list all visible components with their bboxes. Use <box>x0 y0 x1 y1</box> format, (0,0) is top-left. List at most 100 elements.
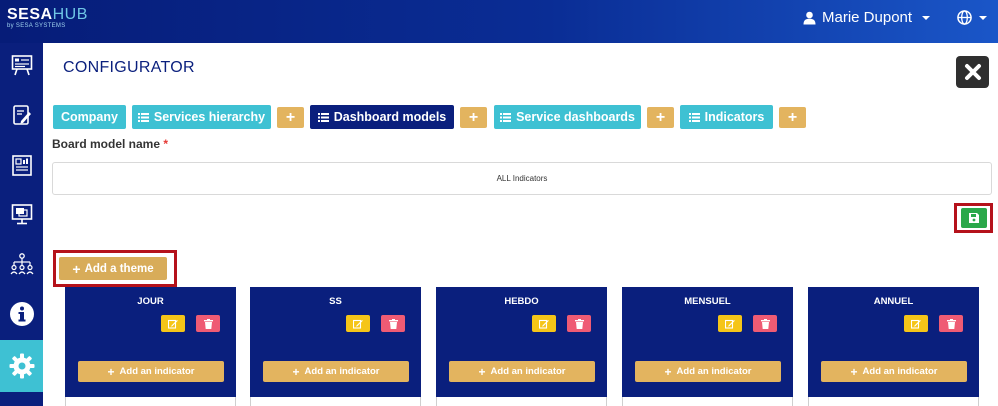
sidebar-item-forms[interactable] <box>0 93 43 137</box>
sidebar-item-displays[interactable] <box>0 192 43 236</box>
add-dashboard-model-button[interactable]: + <box>460 107 487 128</box>
theme-name: JOUR <box>137 296 164 307</box>
plus-icon: + <box>468 108 479 126</box>
trash-icon <box>388 318 398 329</box>
edit-icon <box>168 319 178 329</box>
tab-service-dashboards[interactable]: Service dashboards <box>494 105 641 129</box>
theme-card: HEBDO + Add an indicator <box>436 287 607 406</box>
clipboard-edit-icon <box>12 105 31 125</box>
add-indicator-button[interactable]: + Add an indicator <box>635 361 781 382</box>
edit-icon <box>353 319 363 329</box>
add-indicator-button[interactable]: + Add an indicator <box>78 361 224 382</box>
plus-icon: + <box>107 364 115 379</box>
theme-card: ANNUEL + Add an indicator <box>808 287 979 406</box>
logo-text: SESAHUB <box>7 6 88 23</box>
sidebar <box>0 43 43 406</box>
edit-icon <box>725 319 735 329</box>
tab-label: Services hierarchy <box>153 110 266 124</box>
required-mark: * <box>163 137 169 151</box>
board-model-name-input[interactable] <box>52 162 992 195</box>
chevron-down-icon <box>922 15 931 20</box>
delete-theme-button[interactable] <box>567 315 591 332</box>
sidebar-item-reports[interactable] <box>0 143 43 187</box>
plus-icon: + <box>664 364 672 379</box>
theme-name: SS <box>329 296 342 307</box>
tab-company[interactable]: Company <box>53 105 126 129</box>
edit-theme-button[interactable] <box>161 315 185 332</box>
add-indicator-label: Add an indicator <box>119 366 195 377</box>
user-menu[interactable]: Marie Dupont <box>803 9 931 26</box>
add-indicator-label: Add an indicator <box>304 366 380 377</box>
add-indicator-button[interactable]: + Add an indicator <box>263 361 409 382</box>
add-indicator-label: Add an indicator <box>676 366 752 377</box>
logo: SESAHUB by SESA SYSTEMS <box>7 7 88 30</box>
user-name: Marie Dupont <box>822 9 913 26</box>
theme-card-header: JOUR + Add an indicator <box>65 287 236 397</box>
save-button[interactable] <box>961 208 987 228</box>
add-service-dashboard-button[interactable]: + <box>647 107 674 128</box>
language-menu[interactable] <box>957 10 987 25</box>
trash-icon <box>574 318 584 329</box>
tab-services-hierarchy[interactable]: Services hierarchy <box>132 105 271 129</box>
sidebar-item-hierarchy[interactable] <box>0 242 43 286</box>
sidebar-item-boards[interactable] <box>0 43 43 87</box>
tab-indicators[interactable]: Indicators <box>680 105 773 129</box>
chevron-down-icon <box>979 15 987 20</box>
theme-card-body <box>65 397 236 406</box>
plus-icon: + <box>72 260 81 277</box>
theme-card-body <box>808 397 979 406</box>
edit-icon <box>539 319 549 329</box>
tab-dashboard-models[interactable]: Dashboard models <box>310 105 454 129</box>
tab-label: Service dashboards <box>516 110 635 124</box>
page-title: CONFIGURATOR <box>63 59 195 76</box>
add-indicator-label: Add an indicator <box>862 366 938 377</box>
add-theme-button[interactable]: + Add a theme <box>59 257 167 280</box>
tab-label: Company <box>61 110 118 124</box>
delete-theme-button[interactable] <box>753 315 777 332</box>
list-icon <box>137 112 149 122</box>
board-model-name-label: Board model name * <box>52 137 169 151</box>
globe-icon <box>957 10 972 25</box>
edit-theme-button[interactable] <box>532 315 556 332</box>
theme-card-body <box>436 397 607 406</box>
theme-name: HEBDO <box>504 296 539 307</box>
edit-theme-button[interactable] <box>346 315 370 332</box>
theme-card: SS + Add an indicator <box>250 287 421 406</box>
close-button[interactable] <box>956 56 989 88</box>
theme-card-header: ANNUEL + Add an indicator <box>808 287 979 397</box>
theme-card-header: MENSUEL + Add an indicator <box>622 287 793 397</box>
plus-icon: + <box>285 108 296 126</box>
edit-theme-button[interactable] <box>904 315 928 332</box>
gear-icon <box>9 353 34 379</box>
list-icon <box>500 112 512 122</box>
add-indicator-button[interactable]: + Add an indicator <box>821 361 967 382</box>
theme-card: JOUR + Add an indicator <box>65 287 236 406</box>
delete-theme-button[interactable] <box>381 315 405 332</box>
trash-icon <box>203 318 213 329</box>
plus-icon: + <box>292 364 300 379</box>
presentation-board-icon <box>11 55 32 76</box>
plus-icon: + <box>850 364 858 379</box>
floppy-disk-icon <box>969 213 979 223</box>
delete-theme-button[interactable] <box>939 315 963 332</box>
add-indicator-label: Add an indicator <box>490 366 566 377</box>
add-service-button[interactable]: + <box>277 107 304 128</box>
info-icon <box>9 302 34 326</box>
theme-name: MENSUEL <box>684 296 731 307</box>
theme-card-header: SS + Add an indicator <box>250 287 421 397</box>
org-hierarchy-icon <box>10 253 33 275</box>
list-icon <box>688 112 700 122</box>
sidebar-item-info[interactable] <box>0 292 43 336</box>
tab-label: Indicators <box>704 110 765 124</box>
add-indicator-tab-button[interactable]: + <box>779 107 806 128</box>
edit-theme-button[interactable] <box>718 315 742 332</box>
delete-theme-button[interactable] <box>196 315 220 332</box>
add-indicator-button[interactable]: + Add an indicator <box>449 361 595 382</box>
trash-icon <box>760 318 770 329</box>
user-icon <box>803 11 816 24</box>
report-chart-icon <box>11 155 32 176</box>
theme-card-body <box>622 397 793 406</box>
theme-card-header: HEBDO + Add an indicator <box>436 287 607 397</box>
theme-name: ANNUEL <box>873 296 914 307</box>
sidebar-item-settings[interactable] <box>0 340 43 392</box>
